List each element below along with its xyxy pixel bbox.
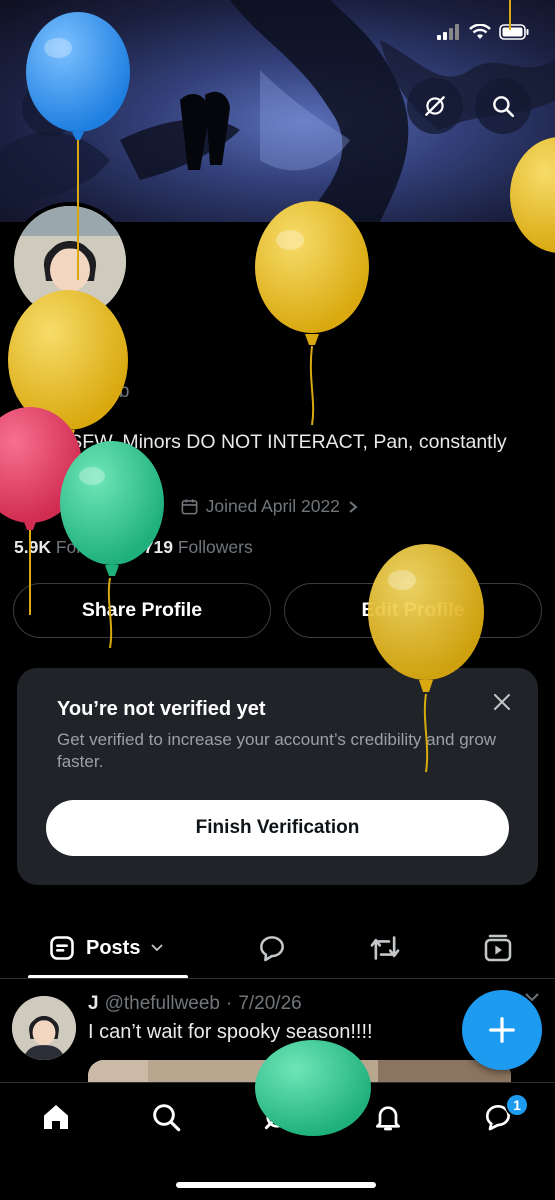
balloon-yellow-center — [255, 201, 369, 426]
chevron-down-icon — [151, 944, 164, 952]
joined-text: Joined April 2022 — [205, 496, 340, 516]
post-text: I can’t wait for spooky season!!!! — [88, 1021, 373, 1043]
location-text: Indianapolis, IN — [39, 496, 160, 516]
tab-posts-label: Posts — [86, 936, 141, 959]
arrow-left-icon — [41, 100, 59, 116]
tab-replies[interactable] — [256, 932, 288, 969]
reply-bubble-icon — [260, 936, 284, 962]
location-pin-icon — [16, 497, 30, 516]
repost-icon — [370, 936, 400, 960]
tabs-divider — [0, 978, 555, 979]
profile-handle: @thefullweeb — [14, 381, 130, 402]
home-icon — [44, 1105, 68, 1129]
status-time: 12:01 — [48, 22, 100, 44]
followers-label: Followers — [177, 537, 253, 557]
battery-icon — [499, 24, 529, 40]
chevron-right-icon — [349, 500, 358, 513]
tab-reposts[interactable] — [368, 932, 402, 969]
calendar-icon — [181, 499, 198, 515]
search-icon — [493, 96, 515, 118]
edit-profile-button[interactable]: Edit Profile — [284, 583, 542, 638]
profile-meta: Indianapolis, IN Joined April 2022 — [14, 496, 359, 517]
follow-stats: 5.9K Following 719 Followers — [14, 537, 253, 558]
plus-icon — [489, 1017, 515, 1043]
following-label: Following — [55, 537, 130, 557]
following-link[interactable]: 5.9K Following — [14, 537, 130, 558]
post-header: J @thefullweeb · 7/20/26 — [88, 993, 302, 1015]
post-author-name[interactable]: J — [88, 993, 99, 1015]
search-button[interactable] — [475, 78, 531, 134]
verification-close-button[interactable] — [490, 690, 514, 714]
post-author-handle[interactable]: @thefullweeb — [105, 993, 220, 1015]
messages-badge: 1 — [505, 1093, 529, 1117]
profile-avatar[interactable] — [10, 202, 130, 322]
profile-tabs: Posts — [0, 920, 555, 979]
nav-notifications[interactable] — [372, 1101, 404, 1133]
posts-icon — [50, 936, 74, 960]
search-icon — [153, 1104, 181, 1132]
nav-grok[interactable] — [261, 1101, 293, 1133]
verification-card: You’re not verified yet Get verified to … — [17, 668, 538, 885]
nav-explore[interactable] — [150, 1101, 182, 1133]
back-button[interactable] — [22, 80, 78, 136]
following-count: 5.9K — [14, 537, 51, 557]
status-icons — [437, 24, 529, 40]
joined-date[interactable]: Joined April 2022 — [180, 496, 359, 517]
share-profile-button[interactable]: Share Profile — [13, 583, 271, 638]
grok-icon — [425, 96, 445, 116]
display-name: J — [14, 338, 28, 365]
bell-icon — [376, 1106, 400, 1131]
grok-icon — [264, 1104, 290, 1130]
avatar-image — [14, 206, 126, 318]
grok-button[interactable] — [407, 78, 463, 134]
finish-verification-button[interactable]: Finish Verification — [46, 800, 509, 856]
nav-home[interactable] — [40, 1101, 72, 1133]
wifi-icon — [469, 24, 491, 39]
avatar-image — [12, 996, 76, 1060]
media-icon — [484, 934, 512, 962]
close-icon — [494, 694, 510, 710]
verification-title: You’re not verified yet — [57, 698, 266, 720]
tab-media[interactable] — [482, 932, 514, 969]
post-avatar[interactable] — [12, 996, 76, 1060]
location: Indianapolis, IN — [14, 496, 160, 517]
post-date: 7/20/26 — [238, 993, 302, 1014]
verification-description: Get verified to increase your account’s … — [57, 730, 497, 771]
post-separator: · — [226, 993, 233, 1014]
signal-icon — [437, 24, 459, 40]
home-indicator — [176, 1182, 376, 1188]
compose-button[interactable] — [462, 990, 542, 1070]
followers-link[interactable]: 719 Followers — [144, 537, 253, 558]
followers-count: 719 — [143, 537, 173, 557]
profile-bio: 24—NSFW, Minors DO NOT INTERACT, Pan, co… — [14, 431, 507, 482]
tab-posts[interactable]: Posts — [48, 934, 164, 962]
